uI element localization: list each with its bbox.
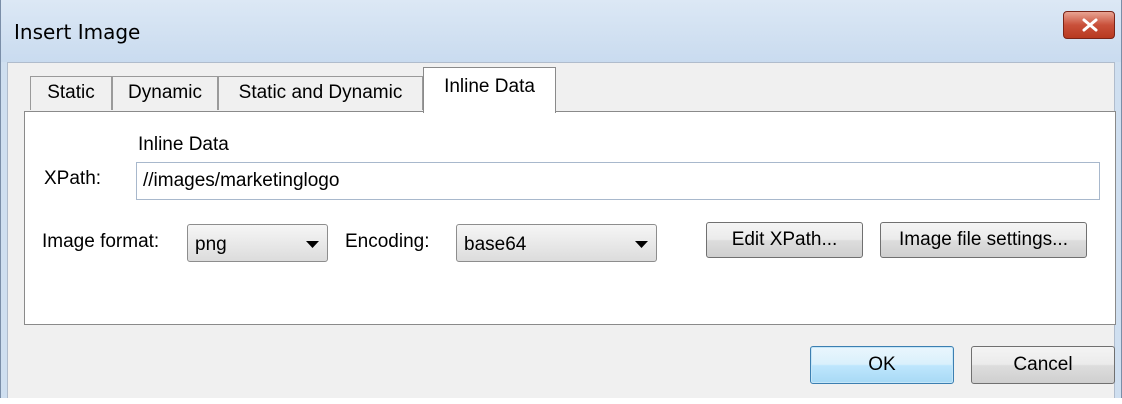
edit-xpath-label: Edit XPath... bbox=[731, 229, 838, 250]
close-icon bbox=[1082, 18, 1098, 32]
tab-inline-data[interactable]: Inline Data bbox=[423, 67, 556, 113]
image-format-select[interactable]: png bbox=[187, 224, 328, 262]
title-bar: Insert Image bbox=[1, 0, 1121, 62]
inline-data-panel: Inline Data XPath: //images/marketinglog… bbox=[24, 111, 1116, 325]
xpath-label: XPath: bbox=[44, 168, 102, 189]
tab-label: Dynamic bbox=[128, 82, 202, 103]
tab-label: Static and Dynamic bbox=[238, 82, 403, 103]
tab-static-and-dynamic[interactable]: Static and Dynamic bbox=[218, 76, 423, 110]
window-title: Insert Image bbox=[14, 20, 141, 44]
image-format-value: png bbox=[195, 234, 227, 255]
close-button[interactable] bbox=[1063, 11, 1115, 39]
ok-button[interactable]: OK bbox=[810, 346, 954, 384]
tab-label: Inline Data bbox=[444, 76, 535, 97]
encoding-label: Encoding: bbox=[345, 231, 430, 252]
image-format-label: Image format: bbox=[42, 231, 160, 252]
cancel-button[interactable]: Cancel bbox=[971, 346, 1115, 384]
encoding-select[interactable]: base64 bbox=[456, 224, 657, 262]
ok-label: OK bbox=[868, 354, 896, 375]
cancel-label: Cancel bbox=[1013, 354, 1073, 375]
tab-dynamic[interactable]: Dynamic bbox=[112, 76, 218, 110]
xpath-input[interactable]: //images/marketinglogo bbox=[136, 162, 1100, 200]
image-file-settings-label: Image file settings... bbox=[899, 229, 1068, 250]
edit-xpath-button[interactable]: Edit XPath... bbox=[706, 222, 863, 258]
chevron-down-icon bbox=[306, 241, 319, 248]
image-file-settings-button[interactable]: Image file settings... bbox=[880, 222, 1087, 258]
chevron-down-icon bbox=[635, 241, 648, 248]
bottom-edge bbox=[0, 398, 1122, 404]
tab-static[interactable]: Static bbox=[30, 76, 112, 110]
tab-label: Static bbox=[47, 82, 95, 103]
encoding-value: base64 bbox=[464, 234, 527, 255]
inline-data-group-label: Inline Data bbox=[138, 134, 229, 155]
